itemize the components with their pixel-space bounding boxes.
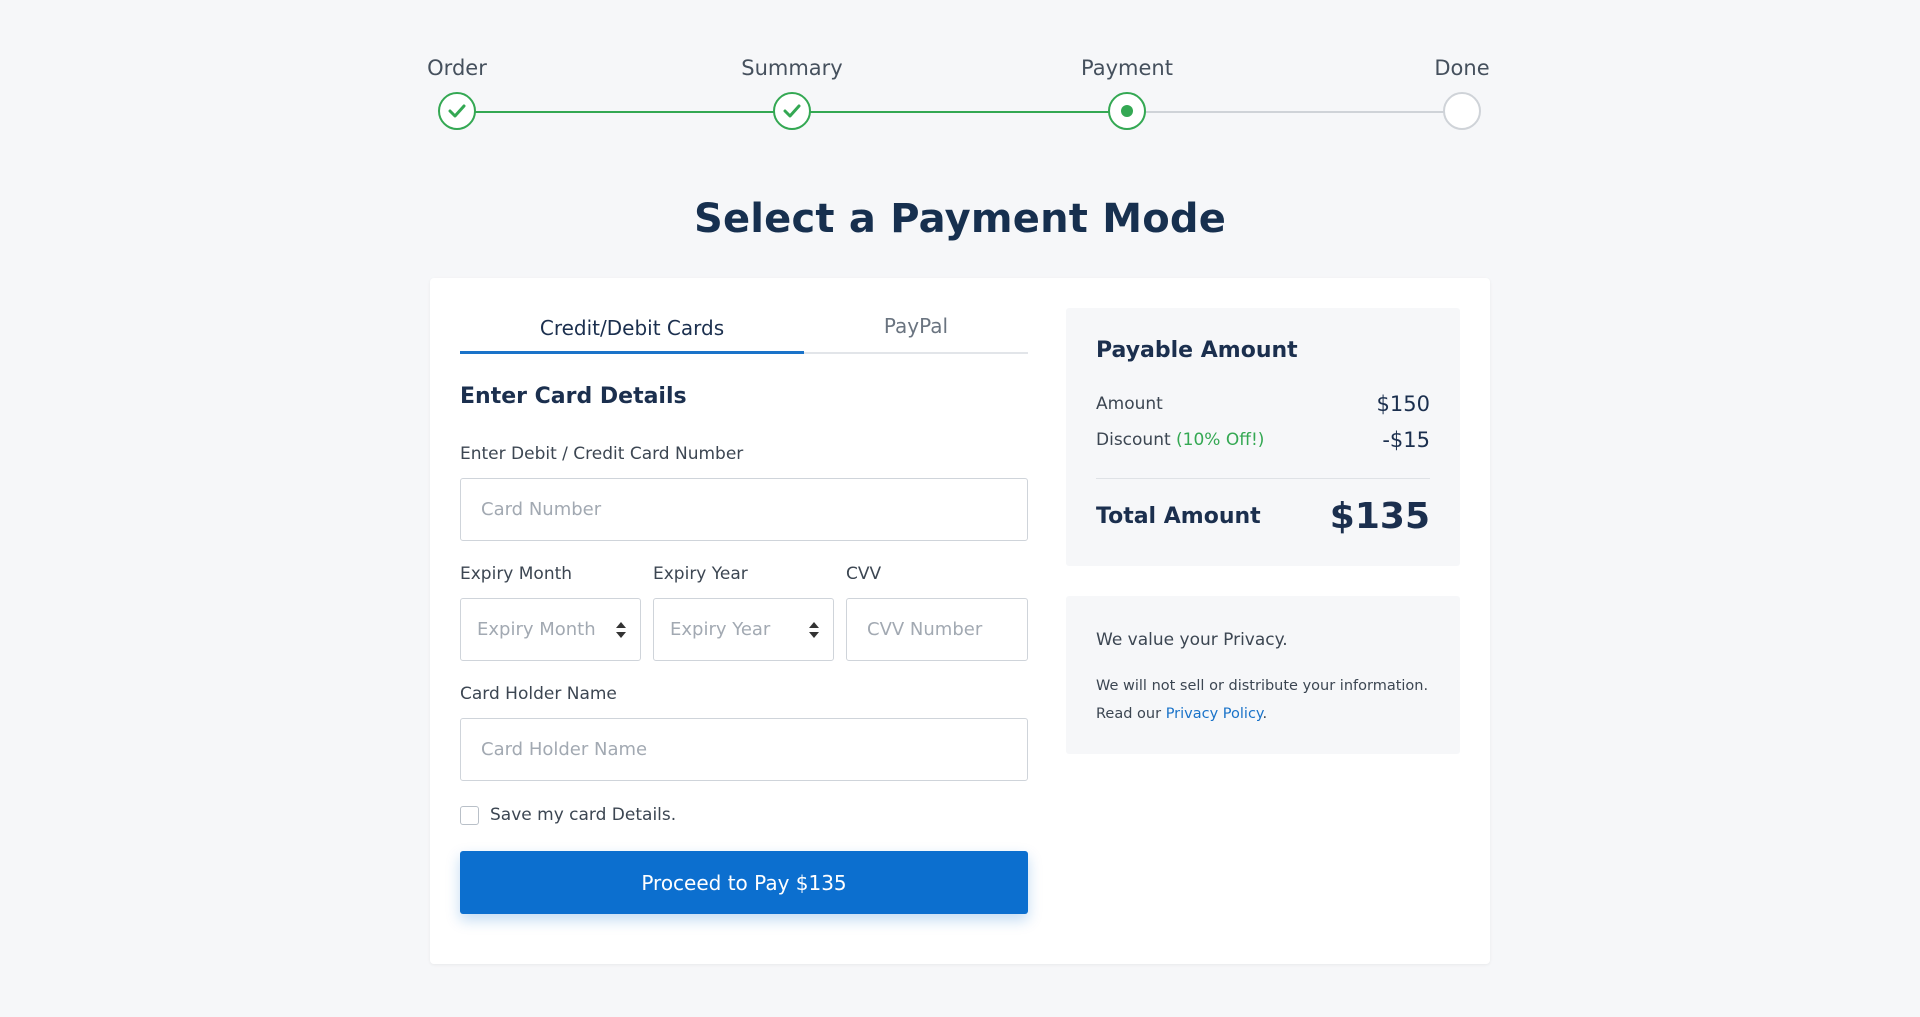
privacy-title: We value your Privacy. <box>1096 630 1288 650</box>
proceed-to-pay-button[interactable]: Proceed to Pay $135 <box>460 851 1028 914</box>
expiry-month-select[interactable]: Expiry Month <box>460 598 641 661</box>
summary-divider <box>1096 478 1430 479</box>
cvv-input[interactable]: CVV Number <box>846 598 1028 661</box>
save-card-label[interactable]: Save my card Details. <box>490 805 676 825</box>
section-title: Enter Card Details <box>460 384 687 409</box>
current-step-dot-icon <box>1108 92 1146 130</box>
card-holder-label: Card Holder Name <box>460 684 617 704</box>
step-order: Order <box>377 56 537 130</box>
cvv-placeholder: CVV Number <box>867 619 983 640</box>
payment-card: Credit/Debit Cards PayPal Enter Card Det… <box>430 278 1490 964</box>
tab-paypal[interactable]: PayPal <box>804 306 1028 352</box>
pending-step-circle-icon <box>1443 92 1481 130</box>
privacy-suffix: . <box>1262 706 1268 722</box>
payment-form: Credit/Debit Cards PayPal Enter Card Det… <box>460 278 1028 914</box>
save-card-checkbox[interactable] <box>460 805 479 825</box>
privacy-policy-link[interactable]: Privacy Policy <box>1166 706 1263 722</box>
select-arrows-icon <box>809 621 819 638</box>
expiry-year-value: Expiry Year <box>670 619 771 640</box>
card-holder-placeholder: Card Holder Name <box>481 739 648 760</box>
step-label: Done <box>1434 56 1490 80</box>
cvv-label: CVV <box>846 564 882 584</box>
card-holder-input[interactable]: Card Holder Name <box>460 718 1028 781</box>
expiry-month-label: Expiry Month <box>460 564 573 584</box>
expiry-year-select[interactable]: Expiry Year <box>653 598 834 661</box>
step-label: Summary <box>741 56 843 80</box>
step-done: Done <box>1382 56 1542 130</box>
payable-amount-panel: Payable Amount Amount $150 Discount (10%… <box>1066 308 1460 566</box>
total-label: Total Amount <box>1096 504 1261 529</box>
progress-stepper: Order Summary Payment Done <box>427 56 1490 136</box>
card-number-input[interactable]: Card Number <box>460 478 1028 541</box>
step-label: Payment <box>1081 56 1173 80</box>
amount-value: $150 <box>1376 392 1430 416</box>
summary-title: Payable Amount <box>1096 338 1298 363</box>
step-dot <box>1121 105 1133 117</box>
privacy-panel: We value your Privacy. We will not sell … <box>1066 596 1460 754</box>
check-icon <box>438 92 476 130</box>
discount-label-group: Discount (10% Off!) <box>1096 430 1264 450</box>
tab-credit-debit-cards[interactable]: Credit/Debit Cards <box>460 308 804 354</box>
page-title: Select a Payment Mode <box>693 196 1227 242</box>
select-arrows-icon <box>616 621 626 638</box>
amount-row: Amount $150 <box>1096 392 1430 416</box>
amount-label: Amount <box>1096 394 1163 414</box>
step-payment: Payment <box>1047 56 1207 130</box>
check-icon <box>773 92 811 130</box>
discount-tag: (10% Off!) <box>1176 430 1265 450</box>
card-number-placeholder: Card Number <box>481 499 602 520</box>
discount-row: Discount (10% Off!) -$15 <box>1096 428 1430 452</box>
total-row: Total Amount $135 <box>1096 496 1430 537</box>
save-card-row: Save my card Details. <box>460 805 676 825</box>
total-value: $135 <box>1329 496 1430 537</box>
step-label: Order <box>427 56 487 80</box>
expiry-month-value: Expiry Month <box>477 619 596 640</box>
checkout-page: Order Summary Payment Done Select a Paym… <box>0 0 1920 1017</box>
discount-label: Discount <box>1096 430 1171 450</box>
card-number-label: Enter Debit / Credit Card Number <box>460 444 744 464</box>
privacy-text: We will not sell or distribute your info… <box>1096 672 1440 728</box>
expiry-year-label: Expiry Year <box>653 564 748 584</box>
step-summary: Summary <box>712 56 872 130</box>
discount-value: -$15 <box>1382 428 1430 452</box>
payment-tabs: Credit/Debit Cards PayPal <box>460 278 1028 354</box>
